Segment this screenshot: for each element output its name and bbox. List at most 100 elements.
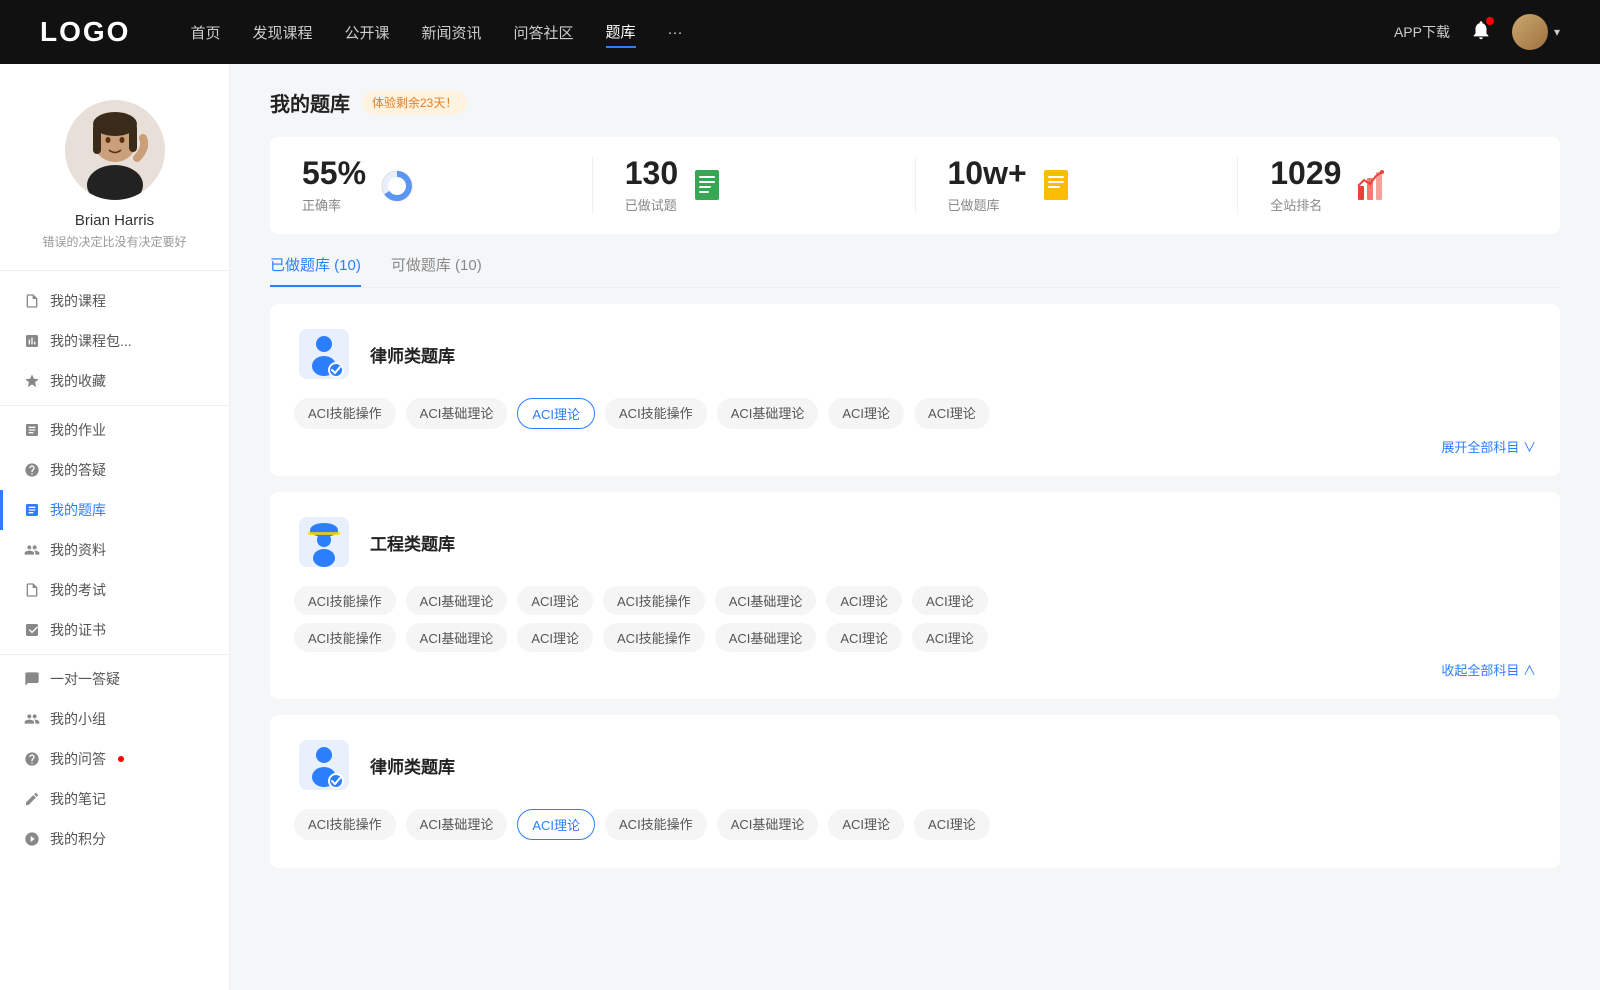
lawyer-icon-2 — [294, 735, 354, 795]
stat-label-ranking: 全站排名 — [1270, 195, 1341, 214]
bank-card-lawyer-2: 律师类题库 ACI技能操作 ACI基础理论 ACI理论 ACI技能操作 ACI基… — [270, 715, 1560, 868]
nav-opencourse[interactable]: 公开课 — [344, 18, 389, 47]
sidebar-item-qa[interactable]: 我的答疑 — [0, 450, 229, 490]
profile-avatar-image — [65, 100, 165, 200]
ranking-icon — [1353, 167, 1391, 205]
avatar — [1512, 14, 1548, 50]
tag-lawyer2-3[interactable]: ACI技能操作 — [605, 809, 707, 840]
sidebar-menu: 我的课程 我的课程包... 我的收藏 我的作业 — [0, 271, 229, 869]
tag-lawyer1-5[interactable]: ACI理论 — [828, 398, 904, 429]
bank-card-header-lawyer-1: 律师类题库 — [294, 324, 1536, 384]
tag-lawyer1-6[interactable]: ACI理论 — [914, 398, 990, 429]
homework-icon — [24, 422, 40, 438]
bank-card-lawyer-1: 律师类题库 ACI技能操作 ACI基础理论 ACI理论 ACI技能操作 ACI基… — [270, 304, 1560, 476]
tab-done[interactable]: 已做题库 (10) — [270, 254, 361, 287]
lawyer-figure-icon — [294, 324, 354, 384]
bank-card-engineer: 工程类题库 ACI技能操作 ACI基础理论 ACI理论 ACI技能操作 ACI基… — [270, 492, 1560, 699]
tag-eng-r1-2[interactable]: ACI理论 — [517, 586, 593, 615]
tags-row-lawyer-1: ACI技能操作 ACI基础理论 ACI理论 ACI技能操作 ACI基础理论 AC… — [294, 398, 1536, 429]
stat-correctrate: 55% 正确率 — [270, 157, 593, 214]
tag-eng-r1-6[interactable]: ACI理论 — [912, 586, 988, 615]
profile-motto: 错误的决定比没有决定要好 — [42, 233, 186, 250]
chevron-down-icon: ▾ — [1554, 25, 1560, 39]
header-right: APP下载 ▾ — [1394, 14, 1560, 50]
sidebar-item-1to1[interactable]: 一对一答疑 — [0, 659, 229, 699]
page-title: 我的题库 — [270, 88, 350, 117]
sidebar-item-certificate[interactable]: 我的证书 — [0, 610, 229, 650]
sidebar-item-exam[interactable]: 我的考试 — [0, 570, 229, 610]
expand-btn-lawyer-1[interactable]: 展开全部科目 ∨ — [294, 437, 1536, 456]
sidebar-item-profile[interactable]: 我的资料 — [0, 530, 229, 570]
tag-eng-r2-2[interactable]: ACI理论 — [517, 623, 593, 652]
notes-icon — [24, 791, 40, 807]
tab-available[interactable]: 可做题库 (10) — [391, 254, 482, 287]
collapse-btn-engineer[interactable]: 收起全部科目 ∧ — [294, 660, 1536, 679]
sidebar-item-questions[interactable]: 我的问答 — [0, 739, 229, 779]
user-avatar-area[interactable]: ▾ — [1512, 14, 1560, 50]
tag-lawyer2-0[interactable]: ACI技能操作 — [294, 809, 396, 840]
tag-lawyer1-3[interactable]: ACI技能操作 — [605, 398, 707, 429]
donebanks-icon — [1039, 167, 1077, 205]
lawyer-figure-icon-2 — [294, 735, 354, 795]
tag-lawyer1-1[interactable]: ACI基础理论 — [406, 398, 508, 429]
sidebar-item-course-pkg[interactable]: 我的课程包... — [0, 321, 229, 361]
nav-discover[interactable]: 发现课程 — [252, 18, 312, 47]
tag-eng-r2-6[interactable]: ACI理论 — [912, 623, 988, 652]
tabs-row: 已做题库 (10) 可做题库 (10) — [270, 254, 1560, 288]
tag-lawyer1-2[interactable]: ACI理论 — [517, 398, 595, 429]
tag-eng-r1-3[interactable]: ACI技能操作 — [603, 586, 705, 615]
tags-row-engineer-2: ACI技能操作 ACI基础理论 ACI理论 ACI技能操作 ACI基础理论 AC… — [294, 623, 1536, 652]
bank-title-engineer: 工程类题库 — [370, 530, 455, 555]
tag-lawyer2-1[interactable]: ACI基础理论 — [406, 809, 508, 840]
star-icon — [24, 373, 40, 389]
sidebar-item-bank[interactable]: 我的题库 — [0, 490, 229, 530]
nav-bank[interactable]: 题库 — [606, 17, 636, 48]
bank-title-lawyer-2: 律师类题库 — [370, 753, 455, 778]
tag-eng-r2-5[interactable]: ACI理论 — [826, 623, 902, 652]
nav-news[interactable]: 新闻资讯 — [422, 18, 482, 47]
trial-badge: 体验剩余23天！ — [362, 91, 467, 114]
doc-green-icon — [691, 168, 727, 204]
tag-lawyer2-4[interactable]: ACI基础理论 — [717, 809, 819, 840]
tag-lawyer1-4[interactable]: ACI基础理论 — [717, 398, 819, 429]
tag-eng-r1-5[interactable]: ACI理论 — [826, 586, 902, 615]
tag-eng-r2-3[interactable]: ACI技能操作 — [603, 623, 705, 652]
menu-divider-1 — [0, 405, 229, 406]
engineer-icon — [294, 512, 354, 572]
sidebar-item-group[interactable]: 我的小组 — [0, 699, 229, 739]
nav-qa[interactable]: 问答社区 — [514, 18, 574, 47]
stats-row: 55% 正确率 130 已做试题 — [270, 137, 1560, 234]
notification-bell[interactable] — [1470, 19, 1492, 46]
sidebar-item-notes[interactable]: 我的笔记 — [0, 779, 229, 819]
tag-eng-r2-4[interactable]: ACI基础理论 — [715, 623, 817, 652]
stat-value-ranking: 1029 — [1270, 157, 1341, 189]
tag-lawyer2-5[interactable]: ACI理论 — [828, 809, 904, 840]
tag-eng-r2-1[interactable]: ACI基础理论 — [406, 623, 508, 652]
tag-eng-r1-1[interactable]: ACI基础理论 — [406, 586, 508, 615]
nav-more[interactable]: ··· — [668, 20, 683, 45]
menu-divider-2 — [0, 654, 229, 655]
nav-home[interactable]: 首页 — [190, 18, 220, 47]
tag-lawyer1-0[interactable]: ACI技能操作 — [294, 398, 396, 429]
tag-lawyer2-6[interactable]: ACI理论 — [914, 809, 990, 840]
tag-lawyer2-2[interactable]: ACI理论 — [517, 809, 595, 840]
app-download-button[interactable]: APP下载 — [1394, 22, 1450, 42]
main-layout: Brian Harris 错误的决定比没有决定要好 我的课程 我的课程包... — [0, 64, 1600, 990]
qa-icon — [24, 462, 40, 478]
sidebar-item-course[interactable]: 我的课程 — [0, 281, 229, 321]
tags-row-lawyer-2: ACI技能操作 ACI基础理论 ACI理论 ACI技能操作 ACI基础理论 AC… — [294, 809, 1536, 840]
stat-text-correctrate: 55% 正确率 — [302, 157, 366, 214]
tag-eng-r2-0[interactable]: ACI技能操作 — [294, 623, 396, 652]
bank-icon — [24, 502, 40, 518]
course-icon — [24, 293, 40, 309]
sidebar-item-points[interactable]: 我的积分 — [0, 819, 229, 859]
stat-ranking: 1029 全站排名 — [1238, 157, 1560, 214]
lawyer-icon-1 — [294, 324, 354, 384]
tag-eng-r1-0[interactable]: ACI技能操作 — [294, 586, 396, 615]
notification-badge — [1486, 17, 1494, 25]
1to1-icon — [24, 671, 40, 687]
sidebar-item-favorites[interactable]: 我的收藏 — [0, 361, 229, 401]
main-content: 我的题库 体验剩余23天！ 55% 正确率 — [230, 64, 1600, 990]
tag-eng-r1-4[interactable]: ACI基础理论 — [715, 586, 817, 615]
sidebar-item-homework[interactable]: 我的作业 — [0, 410, 229, 450]
